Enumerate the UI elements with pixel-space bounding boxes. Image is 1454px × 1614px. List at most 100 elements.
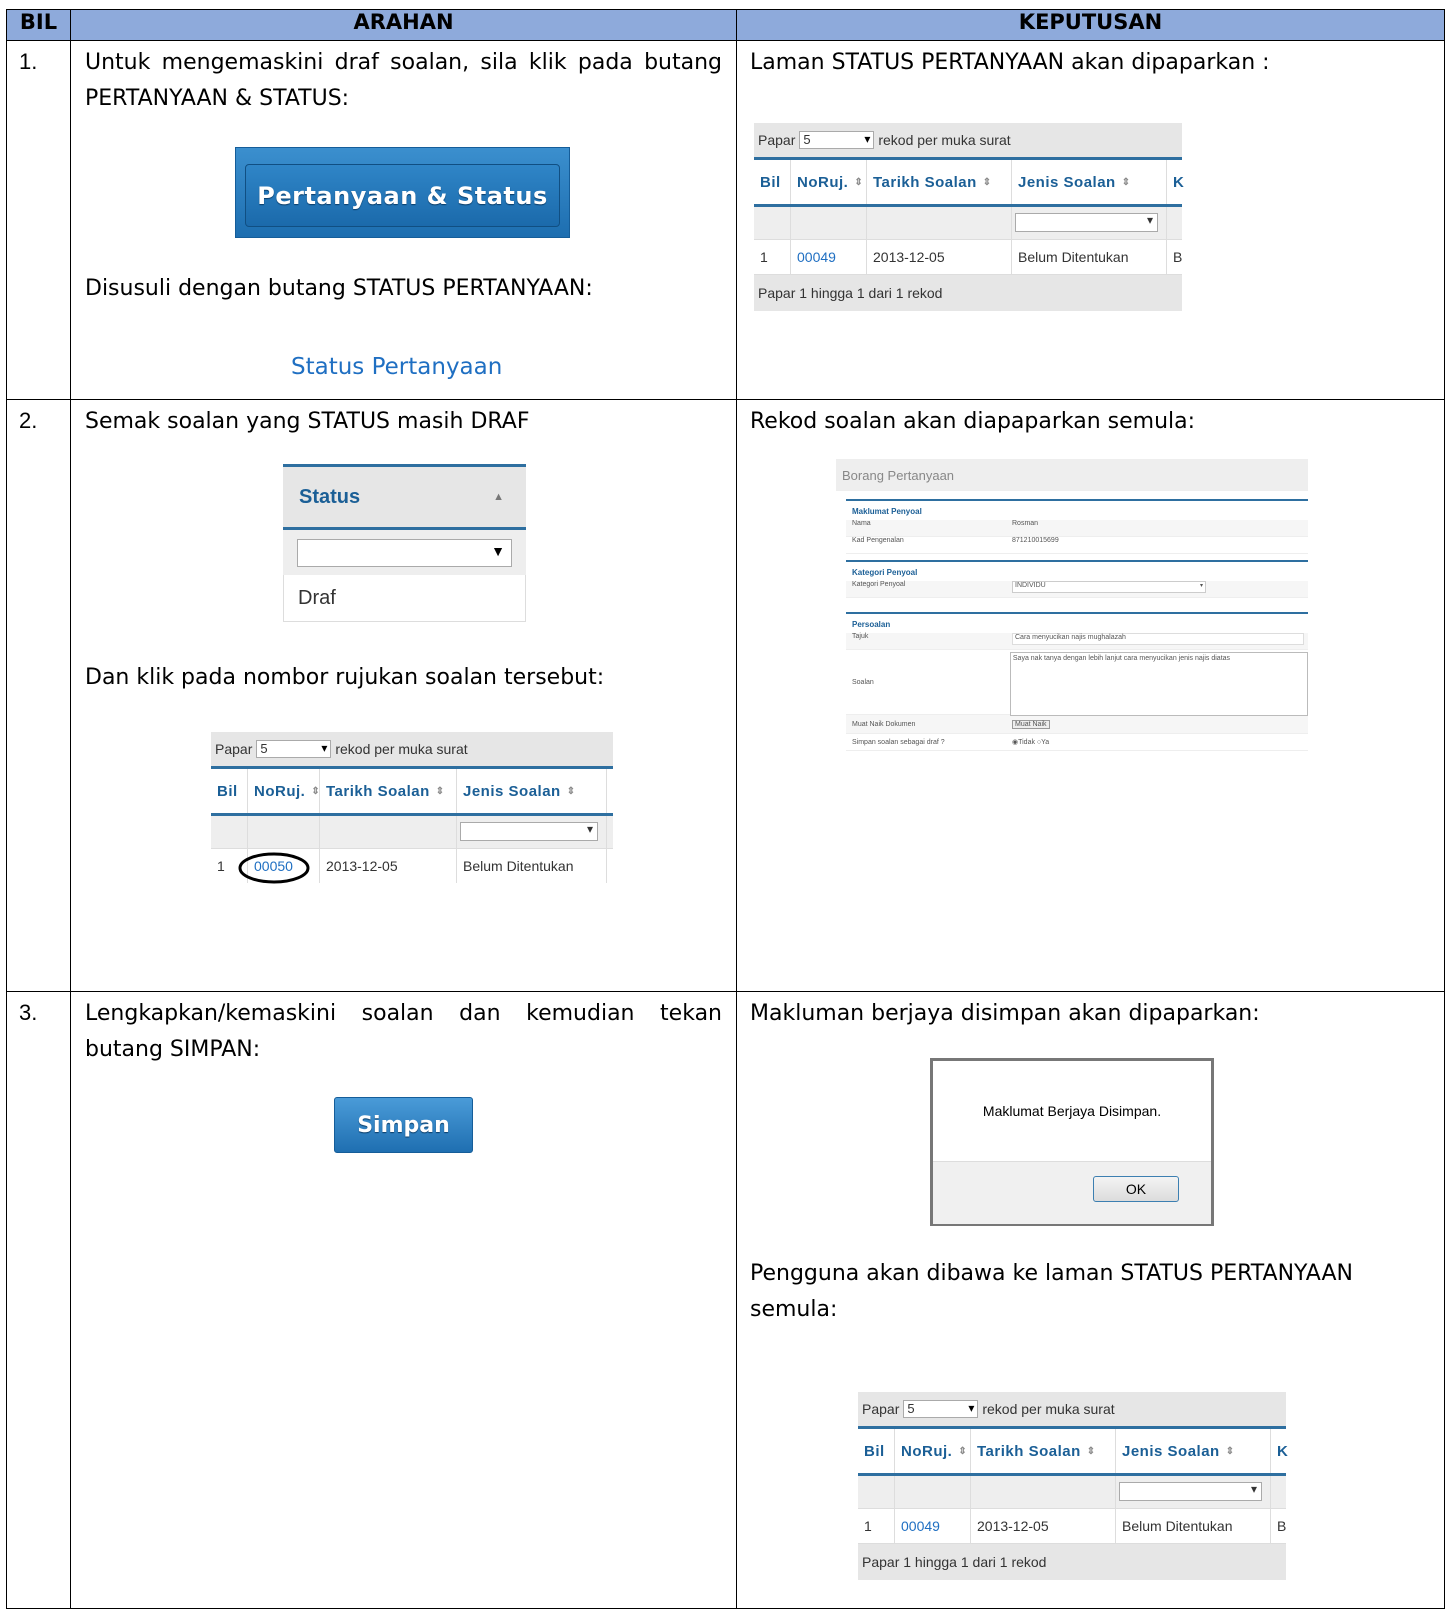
header-keputusan: KEPUTUSAN	[736, 9, 1445, 41]
result-text: Laman STATUS PERTANYAAN akan dipaparkan …	[750, 50, 1270, 75]
arahan-cell: Semak soalan yang STATUS masih DRAF Stat…	[70, 399, 737, 992]
sort-icon: ⇕	[311, 785, 321, 797]
field-label: Soalan	[852, 678, 874, 686]
header-arahan: ARAHAN	[70, 9, 737, 41]
col-bil[interactable]: Bil	[754, 160, 791, 204]
sort-icon: ⇕	[566, 785, 576, 797]
cell-k: B	[1277, 1518, 1287, 1534]
per-page-select[interactable]: 5	[256, 740, 332, 758]
arahan-cell: Lengkapkan/kemaskini soalan dan kemudian…	[70, 991, 737, 1609]
status-header-label: Status	[299, 485, 361, 508]
field-label: Kad Pengenalan	[852, 537, 904, 544]
sort-icon: ⇕	[1225, 1445, 1235, 1457]
tajuk-input[interactable]: Cara menyucikan najis mughalazah	[1012, 633, 1304, 645]
filter-row	[754, 207, 1182, 240]
soalan-textarea[interactable]: Saya nak tanya dengan lebih lanjut cara …	[1009, 652, 1308, 716]
row-number: 3.	[19, 1000, 38, 1025]
col-jenis[interactable]: Jenis Soalan ⇕	[457, 769, 607, 813]
status-value: Draf	[283, 575, 526, 622]
status-filter-box: Status ▲ ▼ Draf	[283, 464, 526, 623]
kategori-select[interactable]: INDIVIDU ▾	[1012, 581, 1206, 593]
table-row: 1 00050 2013-12-05 Belum Ditentukan	[211, 849, 613, 884]
sort-icon: ⇕	[958, 1445, 968, 1457]
papar-label: Papar	[215, 741, 253, 757]
table-row: 1 00049 2013-12-05 Belum Ditentukan B	[858, 1509, 1286, 1544]
jenis-filter-select[interactable]	[1119, 1482, 1262, 1501]
sort-icon: ⇕	[982, 176, 992, 188]
grid-toolbar: Papar 5 rekod per muka surat	[211, 732, 613, 769]
filter-row	[211, 816, 613, 849]
button-label: Pertanyaan & Status	[257, 181, 548, 210]
instruction-text: Semak soalan yang STATUS masih DRAF	[85, 409, 530, 434]
cell-bil: 1	[858, 1509, 895, 1543]
col-tarikh-label: Tarikh Soalan	[873, 173, 977, 191]
instruction-text: Untuk mengemaskini draf soalan, sila kli…	[85, 50, 722, 111]
radio-ya-label: Ya	[1041, 739, 1050, 746]
col-bil[interactable]: Bil	[858, 1429, 895, 1473]
col-tarikh-label: Tarikh Soalan	[326, 782, 430, 800]
papar-label: Papar	[862, 1401, 900, 1417]
col-jenis[interactable]: Jenis Soalan ⇕	[1116, 1429, 1271, 1473]
col-noruj[interactable]: NoRuj. ⇕	[791, 160, 867, 204]
per-page-suffix: rekod per muka surat	[335, 741, 468, 757]
result-text: Pengguna akan dibawa ke laman STATUS PER…	[750, 1261, 1353, 1322]
status-pertanyaan-link[interactable]: Status Pertanyaan	[291, 354, 502, 380]
result-text: Rekod soalan akan diapaparkan semula:	[750, 409, 1196, 434]
muat-naik-button[interactable]: Muat Naik	[1012, 719, 1050, 729]
borang-pertanyaan-form: Borang Pertanyaan Maklumat Penyoal Nama R…	[836, 459, 1308, 771]
radio-tidak-label: Tidak	[1018, 739, 1035, 746]
pertanyaan-status-button[interactable]: Pertanyaan & Status	[235, 147, 570, 238]
cell-jenis: Belum Ditentukan	[457, 849, 607, 883]
reference-link[interactable]: 00049	[797, 249, 836, 265]
field-label: Muat Naik Dokumen	[852, 720, 916, 728]
highlight-circle-icon	[238, 852, 310, 884]
jenis-filter-select[interactable]	[460, 822, 598, 841]
jenis-filter-select[interactable]	[1015, 213, 1158, 232]
per-page-select[interactable]: 5	[903, 1400, 979, 1418]
field-value: 871210015699	[1012, 537, 1059, 544]
status-grid: Papar 5 rekod per muka surat Bil NoRuj. ⇕…	[858, 1392, 1288, 1580]
result-text: Makluman berjaya disimpan akan dipaparka…	[750, 1001, 1260, 1026]
per-page-select[interactable]: 5	[799, 131, 875, 149]
per-page-suffix: rekod per muka surat	[982, 1401, 1115, 1417]
chevron-down-icon: ▾	[1199, 583, 1203, 589]
col-noruj[interactable]: NoRuj. ⇕	[895, 1429, 971, 1473]
grid-header: Bil NoRuj. ⇕ Tarikh Soalan ⇕ Jenis Soalan ⇕…	[858, 1429, 1288, 1476]
field-label: Nama	[852, 520, 871, 527]
grid-header: Bil NoRuj. ⇕ Tarikh Soalan ⇕ Jenis Soalan ⇕…	[754, 160, 1184, 207]
reference-link[interactable]: 00049	[901, 1518, 940, 1534]
arahan-cell: Untuk mengemaskini draf soalan, sila kli…	[70, 40, 737, 400]
cell-date: 2013-12-05	[320, 849, 457, 883]
instruction-text: Disusuli dengan butang STATUS PERTANYAAN…	[85, 276, 593, 301]
sort-icon: ⇕	[1086, 1445, 1096, 1457]
col-bil[interactable]: Bil	[211, 769, 248, 813]
status-column-header[interactable]: Status ▲	[283, 467, 526, 527]
sort-icon: ⇕	[854, 176, 864, 188]
draft-radio-group[interactable]: ◉Tidak ○Ya	[1012, 738, 1049, 746]
col-tarikh[interactable]: Tarikh Soalan ⇕	[971, 1429, 1116, 1473]
col-k[interactable]: K	[1271, 1429, 1288, 1473]
kategori-value: INDIVIDU	[1015, 582, 1046, 589]
col-jenis[interactable]: Jenis Soalan ⇕	[1012, 160, 1167, 204]
per-page-suffix: rekod per muka surat	[878, 132, 1011, 148]
col-jenis-label: Jenis Soalan	[463, 782, 561, 800]
field-label: Kategori Penyoal	[852, 581, 906, 588]
col-noruj[interactable]: NoRuj. ⇕	[248, 769, 320, 813]
papar-label: Papar	[758, 132, 796, 148]
col-tarikh[interactable]: Tarikh Soalan ⇕	[867, 160, 1012, 204]
grid-toolbar: Papar 5 rekod per muka surat	[754, 123, 1182, 160]
header-bil: BIL	[6, 9, 71, 41]
field-label: Simpan soalan sebagai draf ?	[852, 738, 945, 746]
ok-button[interactable]: OK	[1093, 1176, 1179, 1202]
col-tarikh[interactable]: Tarikh Soalan ⇕	[320, 769, 457, 813]
success-dialog: Maklumat Berjaya Disimpan. OK	[930, 1058, 1214, 1226]
filter-row	[858, 1476, 1286, 1509]
col-k[interactable]: K	[1167, 160, 1184, 204]
cell-bil: 1	[754, 240, 791, 274]
question-grid: Papar 5 rekod per muka surat Bil NoRuj. ⇕…	[211, 732, 613, 884]
simpan-button[interactable]: Simpan	[334, 1097, 473, 1153]
status-filter-select[interactable]: ▼	[297, 539, 512, 567]
cell-jenis: Belum Ditentukan	[1012, 240, 1167, 274]
grid-toolbar: Papar 5 rekod per muka surat	[858, 1392, 1286, 1429]
table-row: 1 00049 2013-12-05 Belum Ditentukan B	[754, 240, 1182, 275]
